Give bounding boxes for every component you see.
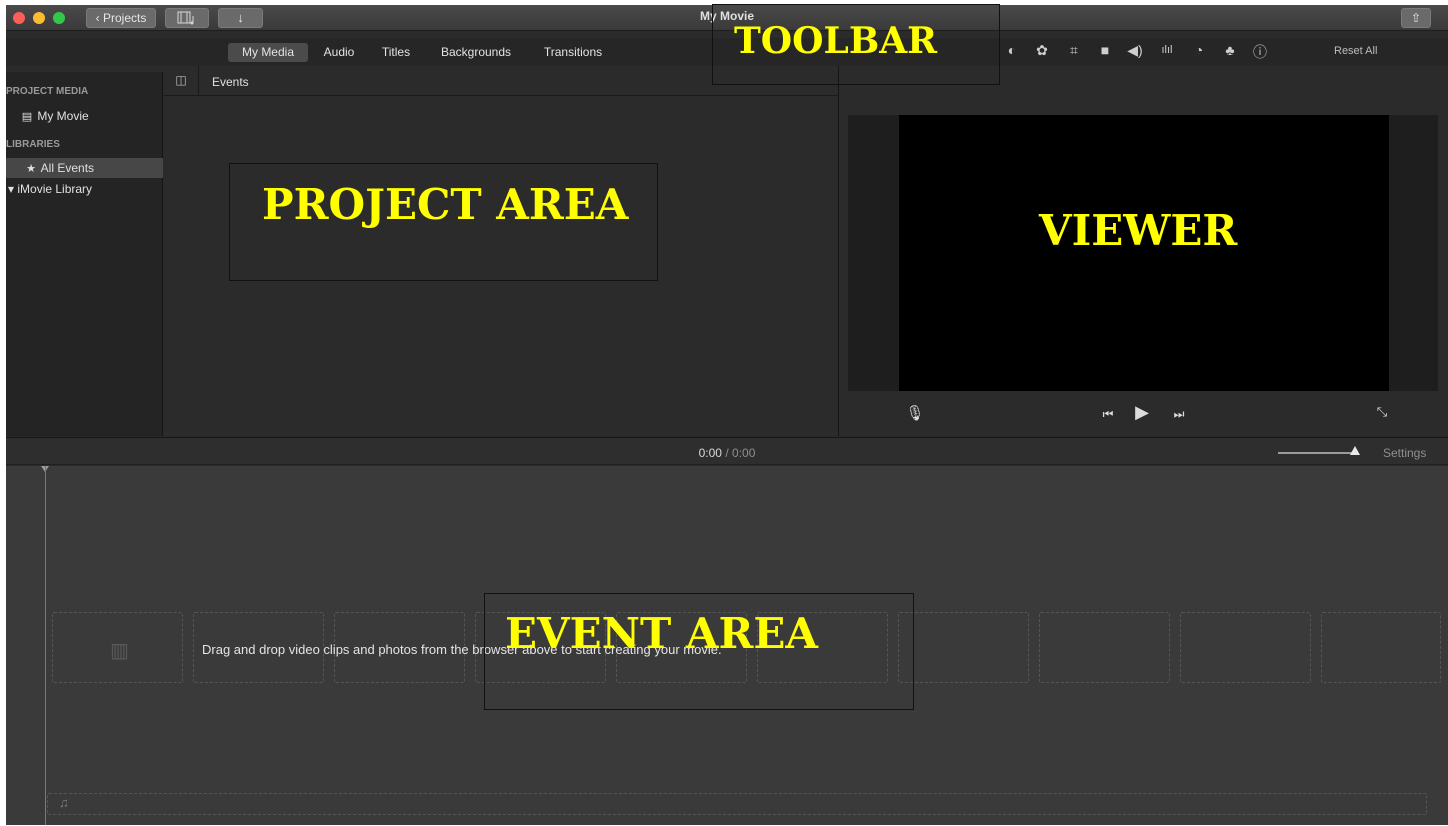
sidebar-item-all-events[interactable]: ★ All Events [6,158,163,178]
current-time: 0:00 [698,446,722,460]
timeline-zoom-slider[interactable] [1278,452,1356,454]
color-palette-icon[interactable]: ✿ [1032,42,1052,59]
clip-placeholder [1039,612,1170,683]
reset-all-button[interactable]: Reset All [1334,45,1377,57]
libraries-sidebar: PROJECT MEDIA ▤ My Movie LIBRARIES ★ All… [6,72,163,436]
sidebar-item-label: All Events [40,161,95,175]
clip-placeholder [1321,612,1441,683]
time-separator: / [725,446,729,460]
skip-forward-icon[interactable]: ⏭ [1167,407,1191,422]
tab-my-media[interactable]: My Media [228,43,308,62]
audio-lane[interactable]: ♫ [47,793,1427,815]
music-note-icon: ♫ [59,795,69,810]
tab-backgrounds[interactable]: Backgrounds [434,43,518,62]
clip-placeholder [1180,612,1311,683]
zoom-slider-handle[interactable] [1350,446,1360,455]
equalizer-icon[interactable]: ılıl [1157,44,1177,56]
share-icon: ⇧ [1410,11,1422,25]
color-balance-icon[interactable]: ◐ [1002,42,1022,58]
settings-button[interactable]: Settings [1383,446,1426,460]
fullscreen-icon[interactable]: ⤡ [1370,404,1394,420]
libraries-heading: LIBRARIES [6,139,60,150]
info-icon[interactable]: ⓘ [1250,42,1270,62]
microphone-icon[interactable]: 🎙 [903,404,927,422]
sidebar-toggle-button[interactable]: ◫ [164,66,199,95]
sidebar-item-label: My Movie [37,109,89,123]
sidebar-item-my-movie[interactable]: ▤ My Movie [6,106,163,126]
film-icon: ▥ [110,640,129,662]
total-time: 0:00 [732,446,756,460]
project-media-heading: PROJECT MEDIA [6,86,89,97]
clip-placeholder [898,612,1029,683]
speed-icon[interactable]: ◔ [1189,42,1209,58]
event-area-annotation: EVENT AREA [505,609,818,658]
sidebar-item-imovie-library[interactable]: ▾ iMovie Library [6,179,163,199]
crop-icon[interactable]: ⌗ [1064,42,1084,59]
viewer-annotation: VIEWER [1039,206,1238,255]
tab-transitions[interactable]: Transitions [534,43,612,62]
project-area-annotation: PROJECT AREA [262,180,629,229]
toolbar-annotation: TOOLBAR [734,20,938,62]
timeline-header: 0:00 / 0:00 Settings [6,437,1448,465]
stabilization-icon[interactable]: ■ [1095,42,1115,58]
star-icon: ★ [26,163,36,175]
timecode: 0:00 / 0:00 [6,446,1448,460]
events-label: Events [212,75,249,89]
tab-titles[interactable]: Titles [374,43,418,62]
tab-audio[interactable]: Audio [316,43,362,62]
filter-icon[interactable]: ♣ [1220,42,1240,58]
play-icon[interactable]: ▶ [1130,402,1154,423]
volume-icon[interactable]: ◀) [1125,42,1145,59]
sidebar-toggle-icon: ◫ [175,73,187,87]
skip-back-icon[interactable]: ⏮ [1096,407,1120,422]
playhead-line[interactable] [45,466,46,825]
share-button[interactable]: ⇧ [1401,8,1431,28]
clapperboard-icon: ▤ [21,111,33,123]
